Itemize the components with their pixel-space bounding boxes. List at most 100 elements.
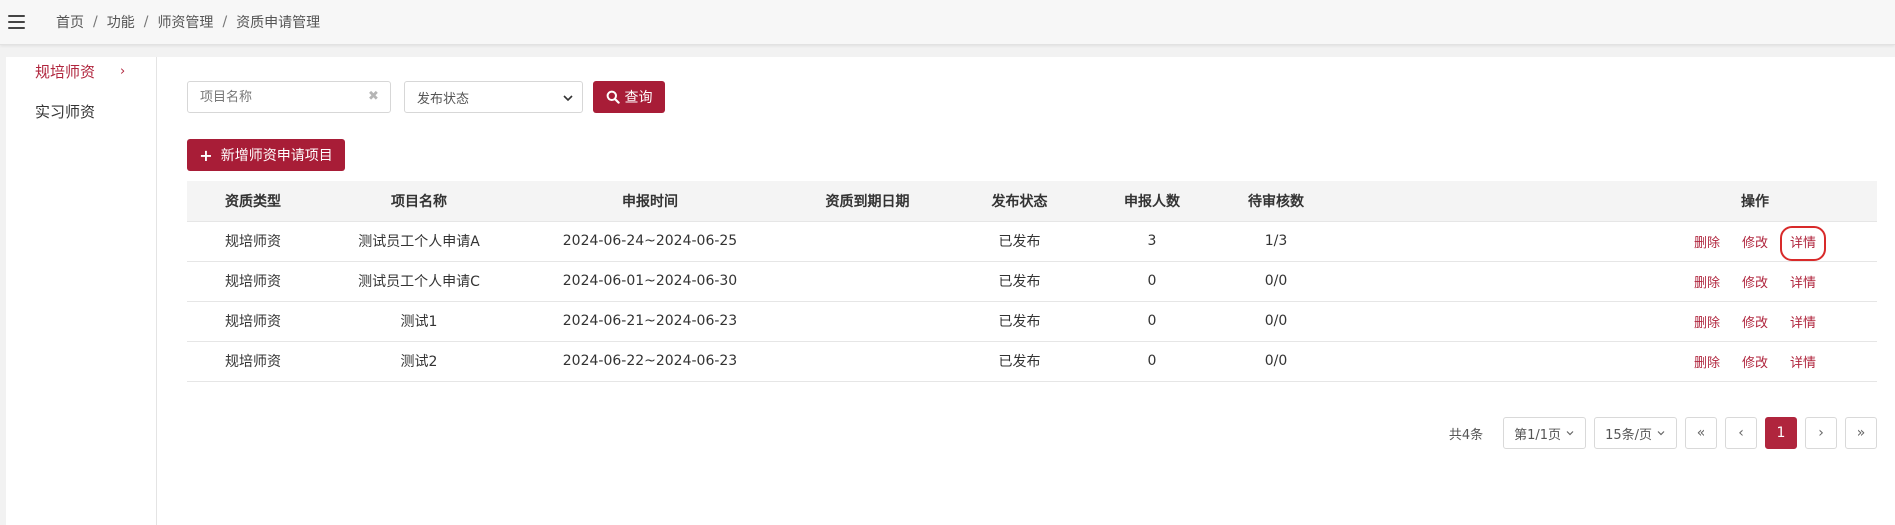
cell-publish-status: 已发布: [954, 261, 1085, 302]
breadcrumb-home[interactable]: 首页: [56, 12, 84, 32]
chevron-down-svg: [563, 95, 573, 102]
cell-application-period: 2024-06-21~2024-06-23: [519, 301, 781, 342]
breadcrumb-function[interactable]: 功能: [107, 12, 135, 32]
column-header-project-name: 项目名称: [319, 181, 519, 222]
column-header-application-period: 申报时间: [519, 181, 781, 222]
column-header-qualification-type: 资质类型: [187, 181, 319, 222]
publish-status-select[interactable]: 发布状态: [404, 81, 583, 113]
sidebar: 规培师资 › 实习师资: [6, 57, 157, 525]
sidebar-item-intern-teachers[interactable]: 实习师资: [35, 100, 95, 122]
pagination: 共4条 第1/1页 15条/页 « ‹ 1 › »: [1449, 417, 1877, 449]
cell-pending-count: 0/0: [1219, 341, 1333, 382]
menu-toggle-icon[interactable]: [1, 0, 31, 45]
page-select[interactable]: 第1/1页: [1503, 417, 1587, 449]
cell-application-period: 2024-06-24~2024-06-25: [519, 221, 781, 262]
page-number-button[interactable]: 1: [1765, 417, 1797, 449]
project-name-search: ✖: [187, 81, 391, 113]
next-page-button[interactable]: ›: [1805, 417, 1837, 449]
column-header-pending-count: 待审核数: [1219, 181, 1333, 222]
delete-link[interactable]: 删除: [1694, 316, 1720, 331]
cell-publish-status: 已发布: [954, 341, 1085, 382]
plus-icon: +: [199, 145, 213, 165]
menu-line: [7, 27, 25, 29]
cell-application-period: 2024-06-22~2024-06-23: [519, 341, 781, 382]
top-bar: 首页 / 功能 / 师资管理 / 资质申请管理: [0, 0, 1895, 45]
detail-link[interactable]: 详情: [1790, 316, 1816, 331]
cell-publish-status: 已发布: [954, 221, 1085, 262]
menu-line: [7, 21, 25, 23]
content-area: ✖ 发布状态 查询 + 新增师资申请项目: [187, 57, 1877, 525]
cell-applicant-count: 3: [1085, 221, 1219, 262]
cell-expiry-date: [781, 301, 954, 342]
column-header-applicant-count: 申报人数: [1085, 181, 1219, 222]
cell-publish-status: 已发布: [954, 301, 1085, 342]
delete-link[interactable]: 删除: [1694, 276, 1720, 291]
add-project-button[interactable]: + 新增师资申请项目: [187, 139, 345, 171]
cell-qualification-type: 规培师资: [187, 301, 319, 342]
cell-qualification-type: 规培师资: [187, 261, 319, 302]
delete-link[interactable]: 删除: [1694, 236, 1720, 251]
prev-page-button[interactable]: ‹: [1725, 417, 1757, 449]
table-row: 规培师资 测试员工个人申请C 2024-06-01~2024-06-30 已发布…: [187, 261, 1877, 302]
edit-link[interactable]: 修改: [1742, 236, 1768, 251]
search-icon: [606, 90, 620, 104]
cell-qualification-type: 规培师资: [187, 341, 319, 382]
cell-expiry-date: [781, 341, 954, 382]
main-panel: 规培师资 › 实习师资 ✖ 发布状态 查询 + 新增师资申请项目: [6, 57, 1895, 525]
edit-link[interactable]: 修改: [1742, 356, 1768, 371]
breadcrumb-separator: /: [93, 14, 98, 30]
total-count: 共4条: [1448, 427, 1484, 443]
chevron-right-icon: ›: [120, 63, 126, 79]
column-header-publish-status: 发布状态: [954, 181, 1085, 222]
edit-link[interactable]: 修改: [1742, 316, 1768, 331]
table-row: 规培师资 测试1 2024-06-21~2024-06-23 已发布 0 0/0…: [187, 301, 1877, 342]
column-header-actions: 操作: [1333, 181, 1877, 222]
last-page-button[interactable]: »: [1845, 417, 1877, 449]
cell-expiry-date: [781, 221, 954, 262]
page-size-label: 15条/页: [1605, 427, 1652, 443]
table-row: 规培师资 测试2 2024-06-22~2024-06-23 已发布 0 0/0…: [187, 341, 1877, 382]
cell-expiry-date: [781, 261, 954, 302]
cell-project-name: 测试1: [319, 301, 519, 342]
page-size-select[interactable]: 15条/页: [1594, 417, 1677, 449]
cell-actions: 删除 修改 详情: [1333, 261, 1877, 302]
cell-applicant-count: 0: [1085, 261, 1219, 302]
add-project-button-label: 新增师资申请项目: [220, 148, 333, 164]
cell-pending-count: 0/0: [1219, 301, 1333, 342]
detail-link[interactable]: 详情: [1790, 276, 1816, 291]
table-header-row: 资质类型 项目名称 申报时间 资质到期日期 发布状态 申报人数 待审核数 操作: [187, 181, 1877, 222]
cell-project-name: 测试员工个人申请A: [319, 221, 519, 262]
chevron-down-icon: [562, 88, 574, 112]
chevron-down-icon: [1657, 431, 1665, 436]
cell-applicant-count: 0: [1085, 341, 1219, 382]
cell-pending-count: 0/0: [1219, 261, 1333, 302]
cell-actions: 删除 修改 详情: [1333, 221, 1877, 262]
cell-application-period: 2024-06-01~2024-06-30: [519, 261, 781, 302]
edit-link[interactable]: 修改: [1742, 276, 1768, 291]
cell-applicant-count: 0: [1085, 301, 1219, 342]
sidebar-item-residency-teachers[interactable]: 规培师资 ›: [35, 60, 125, 82]
qualification-table: 资质类型 项目名称 申报时间 资质到期日期 发布状态 申报人数 待审核数 操作 …: [187, 181, 1877, 382]
chevron-down-icon: [1566, 431, 1574, 436]
cell-project-name: 测试员工个人申请C: [319, 261, 519, 302]
breadcrumb-teacher-management[interactable]: 师资管理: [157, 12, 213, 32]
cell-actions: 删除 修改 详情: [1333, 341, 1877, 382]
cell-qualification-type: 规培师资: [187, 221, 319, 262]
delete-link[interactable]: 删除: [1694, 356, 1720, 371]
first-page-button[interactable]: «: [1685, 417, 1717, 449]
project-name-input[interactable]: [188, 82, 358, 112]
publish-status-selected: 发布状态: [417, 91, 470, 107]
sidebar-item-label: 实习师资: [35, 102, 96, 121]
sidebar-item-label: 规培师资: [35, 62, 96, 81]
clear-icon[interactable]: ✖: [368, 90, 380, 104]
cell-project-name: 测试2: [319, 341, 519, 382]
page-select-label: 第1/1页: [1514, 427, 1562, 443]
query-button[interactable]: 查询: [593, 81, 665, 113]
query-button-label: 查询: [624, 90, 653, 106]
cell-pending-count: 1/3: [1219, 221, 1333, 262]
detail-link[interactable]: 详情: [1790, 356, 1816, 371]
breadcrumb-current-page: 资质申请管理: [236, 15, 321, 31]
detail-link[interactable]: 详情: [1779, 225, 1827, 261]
menu-line: [7, 15, 25, 17]
breadcrumb-separator: /: [143, 14, 149, 30]
